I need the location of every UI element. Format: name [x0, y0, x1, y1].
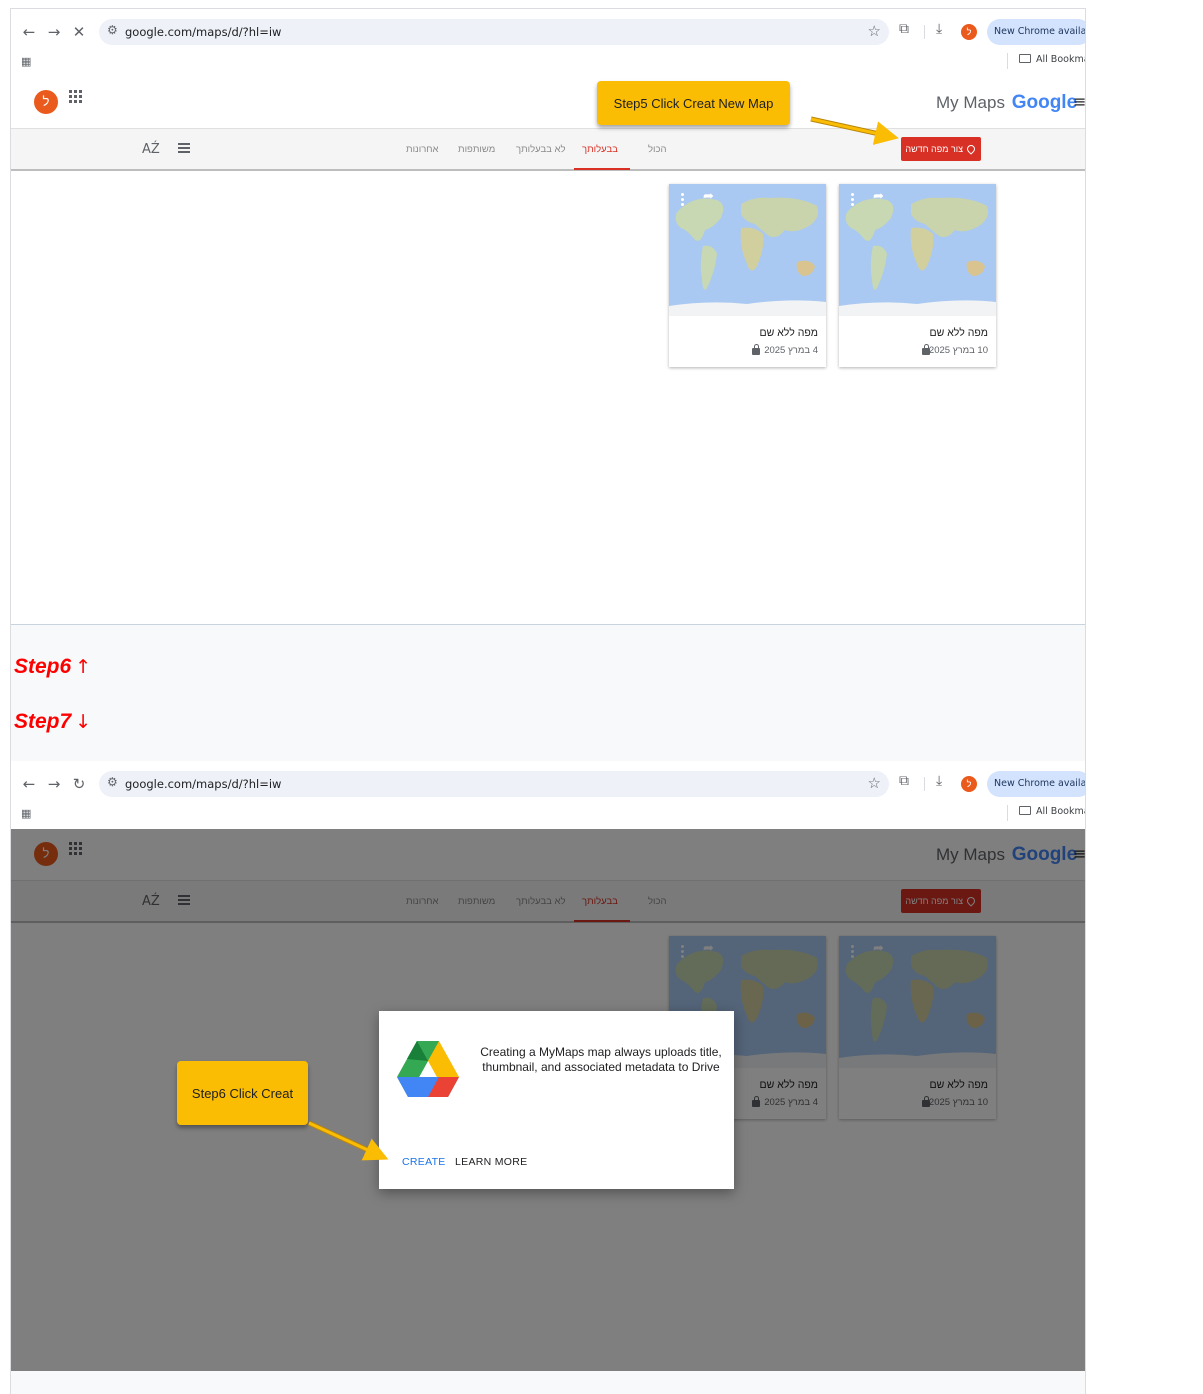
bookmark-star-icon[interactable]: ☆ — [868, 22, 881, 40]
bookmark-star-icon[interactable]: ☆ — [868, 774, 881, 792]
google-apps-icon[interactable] — [69, 90, 82, 103]
document-canvas: ← → ✕ ⚙ google.com/maps/d/?hl=iw ☆ ⧉ ⤓ ל… — [10, 8, 1086, 1394]
download-icon[interactable]: ⤓ — [936, 773, 942, 789]
reload-icon[interactable]: ↻ — [69, 774, 89, 794]
create-map-dialog: Creating a MyMaps map always uploads tit… — [379, 1011, 734, 1189]
map-date: 4 במרץ 2025 — [764, 345, 818, 356]
google-drive-icon — [397, 1041, 459, 1097]
bookmarks-divider — [1007, 805, 1008, 821]
apps-grid-icon[interactable]: ▦ — [21, 807, 31, 820]
map-title: מפה ללא שם — [759, 327, 818, 339]
sort-az-icon[interactable]: AŹ — [142, 142, 160, 157]
map-thumbnail: ➦ — [839, 184, 996, 316]
all-bookmarks-label: All Bookmar — [1036, 54, 1085, 65]
map-title: מפה ללא שם — [929, 327, 988, 339]
create-new-map-label: צור מפה חדשה — [905, 144, 963, 154]
new-chrome-available-button[interactable]: New Chrome available — [987, 19, 1085, 45]
map-thumbnail: ➦ — [669, 184, 826, 316]
profile-avatar[interactable]: ל — [961, 24, 977, 40]
step6-callout: Step6 Click Creat — [177, 1061, 308, 1125]
step7-text: Step7 — [14, 710, 72, 733]
address-bar[interactable]: ⚙ google.com/maps/d/?hl=iw ☆ — [99, 771, 889, 797]
site-settings-icon[interactable]: ⚙ — [107, 775, 118, 789]
tab-recent[interactable]: אחרונות — [406, 144, 439, 155]
active-tab-indicator — [574, 168, 630, 170]
folder-icon — [1019, 806, 1031, 815]
share-icon[interactable]: ➦ — [703, 189, 714, 204]
step6-label: Step6 ↑ — [14, 655, 91, 679]
tab-owned[interactable]: בבעלותך — [582, 144, 618, 155]
list-view-icon[interactable] — [178, 143, 190, 153]
tab-not-owned[interactable]: לא בבעלותך — [516, 144, 565, 155]
all-bookmarks-label: All Bookmar — [1036, 806, 1085, 817]
all-bookmarks-button[interactable]: All Bookmar — [1019, 54, 1085, 65]
dialog-message: Creating a MyMaps map always uploads tit… — [480, 1045, 722, 1074]
learn-more-button[interactable]: LEARN MORE — [455, 1156, 527, 1168]
card-menu-icon[interactable] — [851, 192, 854, 206]
site-settings-icon[interactable]: ⚙ — [107, 23, 118, 37]
address-bar[interactable]: ⚙ google.com/maps/d/?hl=iw ☆ — [99, 19, 889, 45]
stop-loading-icon[interactable]: ✕ — [69, 22, 89, 42]
extensions-icon[interactable]: ⧉ — [899, 21, 909, 37]
new-chrome-available-button[interactable]: New Chrome available — [987, 771, 1085, 797]
map-date: 10 במרץ 2025 — [928, 345, 988, 356]
screenshot-step5: ← → ✕ ⚙ google.com/maps/d/?hl=iw ☆ ⧉ ⤓ ל… — [11, 9, 1085, 625]
extensions-icon[interactable]: ⧉ — [899, 773, 909, 789]
bookmarks-divider — [1007, 53, 1008, 69]
mymaps-brand: My Maps Google — [936, 92, 1077, 114]
add-map-icon — [965, 143, 977, 155]
apps-grid-icon[interactable]: ▦ — [21, 55, 31, 68]
hamburger-menu-icon[interactable]: ≡ — [1073, 92, 1085, 111]
forward-arrow-icon[interactable]: → — [44, 22, 64, 42]
back-arrow-icon[interactable]: ← — [19, 22, 39, 42]
lock-icon — [922, 344, 930, 355]
google-logo: Google — [1011, 92, 1078, 113]
toolbar-divider — [924, 777, 925, 791]
profile-avatar[interactable]: ל — [961, 776, 977, 792]
map-card[interactable]: ➦ מפה ללא שם 10 במרץ 2025 — [839, 184, 996, 367]
tab-shared[interactable]: משותפות — [458, 144, 495, 155]
up-arrow-icon: ↑ — [75, 656, 92, 678]
down-arrow-icon: ↓ — [75, 711, 92, 733]
user-avatar[interactable]: ל — [34, 90, 58, 114]
all-bookmarks-button[interactable]: All Bookmar — [1019, 806, 1085, 817]
world-map-image — [839, 184, 996, 316]
map-card[interactable]: ➦ מפה ללא שם 4 במרץ 2025 — [669, 184, 826, 367]
step5-callout: Step5 Click Creat New Map — [597, 81, 790, 125]
mymaps-toolbar: AŹ הכול בבעלותך לא בבעלותך משותפות אחרונ… — [11, 129, 1085, 171]
step6-text: Step6 — [14, 655, 72, 678]
toolbar-divider — [924, 25, 925, 39]
forward-arrow-icon[interactable]: → — [44, 774, 64, 794]
mymaps-header: ל My Maps Google ≡ — [11, 77, 1085, 129]
browser-chrome: ← → ↻ ⚙ google.com/maps/d/?hl=iw ☆ ⧉ ⤓ ל… — [11, 761, 1085, 829]
download-icon[interactable]: ⤓ — [936, 21, 942, 37]
screenshot-step6: ← → ↻ ⚙ google.com/maps/d/?hl=iw ☆ ⧉ ⤓ ל… — [11, 761, 1085, 1371]
world-map-image — [669, 184, 826, 316]
create-new-map-button[interactable]: צור מפה חדשה — [901, 137, 981, 161]
browser-chrome: ← → ✕ ⚙ google.com/maps/d/?hl=iw ☆ ⧉ ⤓ ל… — [11, 9, 1085, 77]
card-menu-icon[interactable] — [681, 192, 684, 206]
step7-label: Step7 ↓ — [14, 710, 91, 734]
share-icon[interactable]: ➦ — [873, 189, 884, 204]
back-arrow-icon[interactable]: ← — [19, 774, 39, 794]
lock-icon — [752, 344, 760, 355]
create-button[interactable]: CREATE — [402, 1156, 446, 1168]
folder-icon — [1019, 54, 1031, 63]
brand-my-maps: My Maps — [936, 93, 1005, 112]
url-text: google.com/maps/d/?hl=iw — [125, 777, 282, 791]
url-text: google.com/maps/d/?hl=iw — [125, 25, 282, 39]
tab-all[interactable]: הכול — [648, 144, 667, 155]
